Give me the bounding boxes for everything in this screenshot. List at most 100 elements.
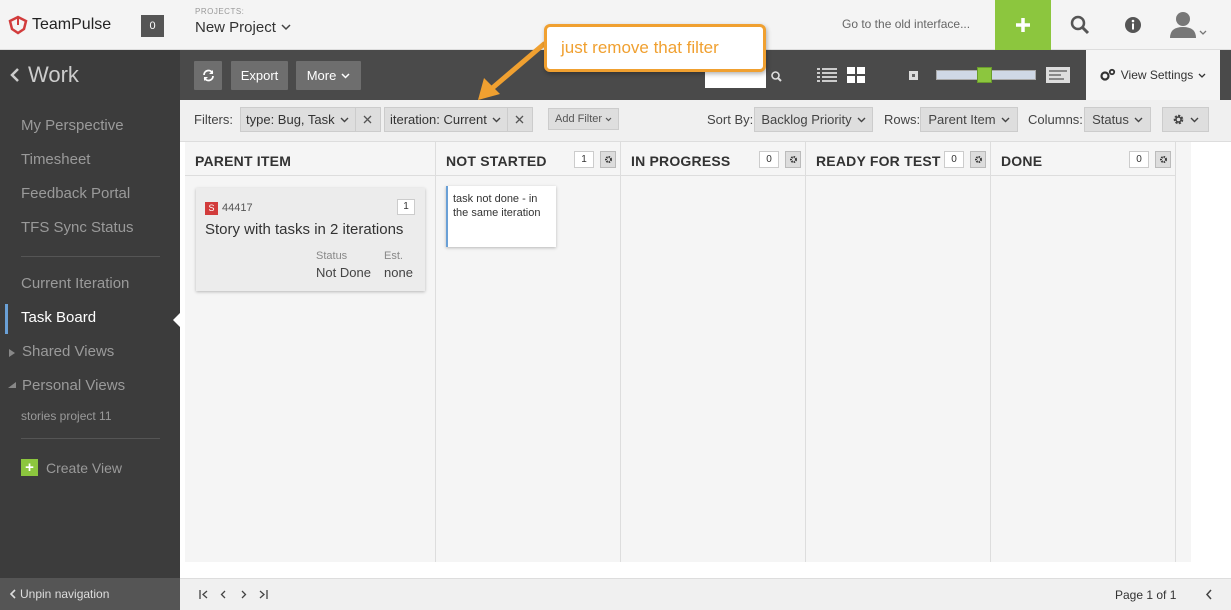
triangle-right-icon[interactable] <box>9 349 15 357</box>
refresh-button[interactable] <box>194 61 222 90</box>
projects-label: PROJECTS: <box>195 7 245 16</box>
small-card-icon[interactable] <box>909 71 918 80</box>
chevron-down-icon <box>605 117 612 121</box>
story-estimate-value[interactable]: none <box>384 265 413 280</box>
nav-back-work[interactable]: Work <box>0 50 180 100</box>
column-header: READY FOR TEST 0 <box>806 142 990 176</box>
logo[interactable]: TeamPulse <box>8 14 111 36</box>
close-icon <box>363 115 372 124</box>
filter-chip-iteration: iteration: Current <box>384 107 533 132</box>
large-card-icon[interactable] <box>1046 67 1070 83</box>
columns-label: Columns: <box>1028 112 1083 127</box>
chevron-down-icon <box>1134 117 1143 122</box>
story-id[interactable]: 44417 <box>222 202 253 214</box>
sort-by-label: Sort By: <box>707 112 754 127</box>
story-child-count: 1 <box>397 199 415 215</box>
column-header: NOT STARTED 1 <box>436 142 620 176</box>
gear-icon <box>974 156 982 163</box>
column-title: NOT STARTED <box>446 153 547 169</box>
user-menu-button[interactable] <box>1160 0 1216 50</box>
rows-dropdown[interactable]: Parent Item <box>920 107 1018 132</box>
column-count: 0 <box>1129 151 1149 168</box>
columns-dropdown[interactable]: Status <box>1084 107 1151 132</box>
column-header: PARENT ITEM <box>185 142 435 176</box>
rows-label: Rows: <box>884 112 921 127</box>
nav-section-title: Work <box>28 62 79 87</box>
board-view-icon[interactable] <box>847 67 865 83</box>
filters-label: Filters: <box>194 112 233 127</box>
left-navigation: Work My Perspective Timesheet Feedback P… <box>0 50 180 610</box>
filter-chip-type: type: Bug, Task <box>240 107 381 132</box>
chevron-down-icon <box>281 24 291 31</box>
nav-active-indicator <box>5 304 8 334</box>
card-size-slider-handle[interactable] <box>977 67 992 83</box>
nav-item-my-perspective[interactable]: My Perspective <box>21 117 124 134</box>
info-icon <box>1125 17 1141 33</box>
column-parent-item: PARENT ITEM S 44417 1 Story with tasks i… <box>185 142 436 562</box>
nav-divider <box>21 438 160 439</box>
pagination-footer: Page 1 of 1 <box>180 578 1231 610</box>
column-settings-button[interactable] <box>600 151 616 168</box>
search-icon[interactable] <box>771 71 782 82</box>
column-ready-for-test: READY FOR TEST 0 <box>806 142 991 562</box>
task-card[interactable]: task not done - in the same iteration <box>446 186 556 247</box>
column-settings-button[interactable] <box>970 151 986 168</box>
unpin-label: Unpin navigation <box>20 587 110 601</box>
chevron-down-icon <box>1199 30 1207 35</box>
board-settings-button[interactable] <box>1162 107 1209 132</box>
previous-page-icon[interactable] <box>220 590 226 599</box>
logo-text: TeamPulse <box>32 16 112 33</box>
personal-view-item[interactable]: stories project 11 <box>21 409 112 423</box>
nav-item-tfs-sync-status[interactable]: TFS Sync Status <box>21 219 134 236</box>
remove-filter-iteration-button[interactable] <box>508 112 532 127</box>
nav-item-personal-views[interactable]: Personal Views <box>22 377 125 394</box>
story-estimate-label: Est. <box>384 250 403 262</box>
nav-item-feedback-portal[interactable]: Feedback Portal <box>21 185 130 202</box>
nav-item-current-iteration[interactable]: Current Iteration <box>21 275 129 292</box>
column-done: DONE 0 <box>991 142 1176 562</box>
notification-badge[interactable]: 0 <box>141 15 164 37</box>
search-button[interactable] <box>1053 0 1107 50</box>
chevron-down-icon <box>1190 117 1199 122</box>
project-selector[interactable]: New Project <box>195 19 291 36</box>
add-filter-button[interactable]: Add Filter <box>548 108 620 130</box>
story-title: Story with tasks in 2 iterations <box>205 221 404 238</box>
info-button[interactable] <box>1106 0 1160 50</box>
add-filter-label: Add Filter <box>555 113 603 125</box>
first-page-icon[interactable] <box>199 590 208 599</box>
create-view-button[interactable]: + Create View <box>21 459 122 476</box>
filter-chip-iteration-dropdown[interactable]: iteration: Current <box>385 108 508 131</box>
nav-item-task-board[interactable]: Task Board <box>21 309 96 326</box>
sort-by-dropdown[interactable]: Backlog Priority <box>754 107 873 132</box>
column-count: 0 <box>944 151 964 168</box>
last-page-icon[interactable] <box>259 590 268 599</box>
view-settings-button[interactable]: View Settings <box>1086 50 1220 100</box>
filter-bar: Filters: type: Bug, Task iteration: Curr… <box>180 100 1231 142</box>
column-title: DONE <box>1001 153 1043 169</box>
more-button[interactable]: More <box>296 61 361 90</box>
list-view-icon[interactable] <box>817 68 837 82</box>
column-settings-button[interactable] <box>785 151 801 168</box>
gear-icon <box>1173 114 1184 125</box>
nav-item-timesheet[interactable]: Timesheet <box>21 151 90 168</box>
column-count: 1 <box>574 151 594 168</box>
unpin-navigation-button[interactable]: Unpin navigation <box>0 578 180 610</box>
filter-chip-type-dropdown[interactable]: type: Bug, Task <box>241 108 356 131</box>
triangle-down-icon[interactable] <box>8 382 16 388</box>
chevron-left-icon[interactable] <box>1205 589 1212 600</box>
add-item-button[interactable] <box>995 0 1051 50</box>
story-status-value[interactable]: Not Done <box>316 265 371 280</box>
user-avatar-icon <box>1170 12 1196 38</box>
story-card[interactable]: S 44417 1 Story with tasks in 2 iteratio… <box>196 188 425 291</box>
column-title: PARENT ITEM <box>195 153 292 169</box>
gears-icon <box>1100 68 1115 81</box>
old-interface-link[interactable]: Go to the old interface... <box>842 17 970 31</box>
column-settings-button[interactable] <box>1155 151 1171 168</box>
chevron-down-icon <box>1198 73 1206 78</box>
remove-filter-type-button[interactable] <box>356 112 380 127</box>
export-button[interactable]: Export <box>231 61 288 90</box>
columns-value: Status <box>1092 112 1129 127</box>
next-page-icon[interactable] <box>241 590 247 599</box>
chevron-down-icon <box>341 72 350 79</box>
nav-item-shared-views[interactable]: Shared Views <box>22 343 114 360</box>
